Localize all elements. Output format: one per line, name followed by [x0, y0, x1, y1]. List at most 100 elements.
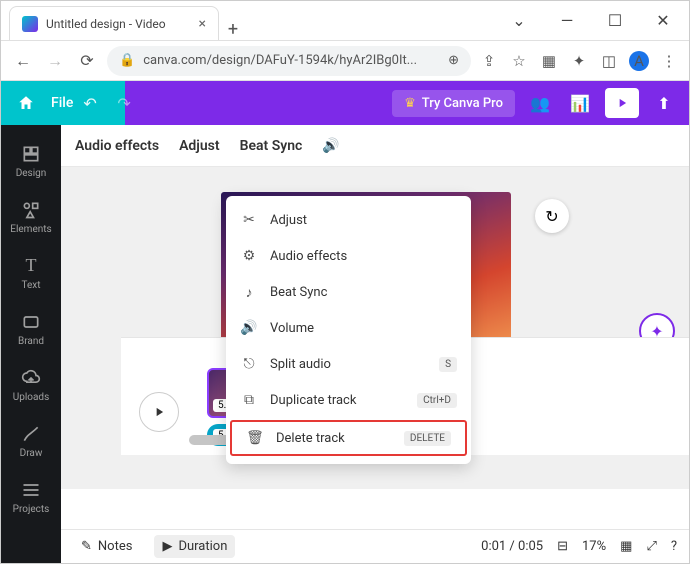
context-toolbar: Audio effects Adjust Beat Sync 🔊: [61, 125, 689, 167]
help-icon[interactable]: ?: [671, 539, 677, 554]
zoom-slider-icon[interactable]: ⊟: [557, 539, 568, 554]
play-button[interactable]: [139, 392, 179, 432]
try-pro-label: Try Canva Pro: [422, 96, 503, 111]
ctx-split-audio[interactable]: ⎋ Split audio S: [226, 346, 471, 382]
zoom-percent[interactable]: 17%: [582, 539, 606, 554]
puzzle-icon[interactable]: ✦: [569, 51, 589, 71]
notes-button[interactable]: ✎ Notes: [73, 535, 140, 558]
lock-icon: 🔒: [119, 53, 135, 68]
sidebar-item-elements[interactable]: Elements: [1, 189, 61, 245]
ctx-label: Delete track: [276, 431, 345, 446]
sidebar-label: Elements: [10, 224, 51, 235]
app-menubar: File ↶ ↷ ♛ Try Canva Pro 👥 📊 ⬆: [1, 81, 689, 125]
ctx-label: Audio effects: [270, 249, 347, 264]
extension-icons: ⇪ ☆ ▦ ✦ ◫ A ⋮: [479, 51, 679, 71]
sidebar-label: Brand: [18, 336, 44, 347]
sidepanel-icon[interactable]: ◫: [599, 51, 619, 71]
toolbar-audio-effects[interactable]: Audio effects: [75, 138, 159, 154]
sidebar-label: Draw: [20, 448, 43, 459]
volume-icon[interactable]: 🔊: [322, 138, 339, 154]
tab-title: Untitled design - Video: [46, 17, 166, 31]
url-text: canva.com/design/DAFuY-1594k/hyAr2IBg0It…: [143, 53, 417, 68]
context-menu: ✂ Adjust ⚙ Audio effects ♪ Beat Sync 🔊 V…: [226, 196, 471, 464]
maximize-icon[interactable]: ☐: [593, 6, 637, 36]
regenerate-button[interactable]: ↻: [535, 199, 569, 233]
ctx-audio-effects[interactable]: ⚙ Audio effects: [226, 238, 471, 274]
close-icon[interactable]: ✕: [641, 6, 685, 36]
window-controls: ⌄ — ☐ ✕: [493, 1, 689, 40]
search-in-page-icon[interactable]: ⊕: [448, 53, 459, 68]
tab-close-icon[interactable]: ×: [199, 16, 206, 32]
kebab-icon[interactable]: ⋮: [659, 51, 679, 71]
split-icon: ⎋: [240, 356, 258, 372]
duplicate-icon: ⧉: [240, 392, 258, 408]
back-button[interactable]: ←: [11, 49, 35, 73]
duration-label: Duration: [178, 539, 227, 554]
sidebar-item-draw[interactable]: Draw: [1, 413, 61, 469]
duration-button[interactable]: ▶ Duration: [154, 535, 235, 558]
share-button[interactable]: ⬆: [649, 94, 679, 113]
ctx-label: Volume: [270, 321, 314, 336]
ctx-label: Adjust: [270, 213, 307, 228]
scissors-icon: ✂: [240, 212, 258, 228]
text-icon: T: [26, 255, 37, 276]
forward-button[interactable]: →: [43, 49, 67, 73]
grid-view-icon[interactable]: ▦: [620, 539, 632, 554]
ctx-duplicate-track[interactable]: ⧉ Duplicate track Ctrl+D: [226, 382, 471, 418]
sidebar-item-design[interactable]: Design: [1, 133, 61, 189]
ctx-volume[interactable]: 🔊 Volume: [226, 310, 471, 346]
ctx-adjust[interactable]: ✂ Adjust: [226, 202, 471, 238]
ctx-shortcut: S: [439, 357, 457, 372]
redo-button[interactable]: ↷: [117, 94, 141, 113]
address-bar[interactable]: 🔒 canva.com/design/DAFuY-1594k/hyAr2IBg0…: [107, 46, 471, 76]
reload-button[interactable]: ⟳: [75, 49, 99, 73]
music-note-icon: ♪: [240, 284, 258, 301]
ctx-delete-track[interactable]: 🗑 Delete track DELETE: [230, 420, 467, 456]
home-button[interactable]: [11, 88, 41, 118]
ctx-label: Beat Sync: [270, 285, 327, 300]
notes-icon: ✎: [81, 539, 92, 554]
toolbar-adjust[interactable]: Adjust: [179, 138, 220, 154]
undo-button[interactable]: ↶: [83, 94, 107, 113]
clock-icon: ▶: [162, 539, 172, 554]
minimize-icon[interactable]: —: [545, 6, 589, 36]
analytics-icon[interactable]: 📊: [565, 94, 595, 113]
sidebar-label: Design: [16, 168, 47, 179]
collaborators-icon[interactable]: 👥: [525, 94, 555, 113]
browser-tab[interactable]: Untitled design - Video ×: [9, 6, 219, 40]
notes-label: Notes: [98, 539, 133, 554]
ctx-shortcut: DELETE: [404, 431, 451, 446]
ctx-label: Split audio: [270, 357, 331, 372]
try-pro-button[interactable]: ♛ Try Canva Pro: [392, 90, 515, 117]
sidebar-label: Projects: [13, 504, 50, 515]
canva-favicon: [22, 16, 38, 32]
sidebar-item-uploads[interactable]: Uploads: [1, 357, 61, 413]
left-sidebar: Design Elements T Text Brand Uploads Dra…: [1, 125, 61, 563]
dropdown-icon[interactable]: ⌄: [497, 6, 541, 36]
ctx-label: Duplicate track: [270, 393, 356, 408]
file-menu[interactable]: File: [51, 95, 73, 111]
browser-toolbar: ← → ⟳ 🔒 canva.com/design/DAFuY-1594k/hyA…: [1, 41, 689, 81]
present-button[interactable]: [605, 88, 639, 118]
new-tab-button[interactable]: +: [219, 19, 247, 40]
sliders-icon: ⚙: [240, 248, 258, 264]
crown-icon: ♛: [404, 96, 416, 111]
sidebar-item-text[interactable]: T Text: [1, 245, 61, 301]
toolbar-beat-sync[interactable]: Beat Sync: [240, 138, 303, 154]
star-icon[interactable]: ☆: [509, 51, 529, 71]
profile-avatar[interactable]: A: [629, 51, 649, 71]
ctx-beat-sync[interactable]: ♪ Beat Sync: [226, 274, 471, 310]
fullscreen-icon[interactable]: ⤢: [646, 539, 656, 554]
browser-titlebar: Untitled design - Video × + ⌄ — ☐ ✕: [1, 1, 689, 41]
qr-icon[interactable]: ▦: [539, 51, 559, 71]
ctx-shortcut: Ctrl+D: [417, 393, 457, 408]
sidebar-label: Uploads: [13, 392, 49, 403]
time-display: 0:01 / 0:05: [481, 539, 543, 554]
sidebar-label: Text: [21, 280, 40, 291]
share-icon[interactable]: ⇪: [479, 51, 499, 71]
status-bar: ✎ Notes ▶ Duration 0:01 / 0:05 ⊟ 17% ▦ ⤢…: [61, 529, 689, 563]
sidebar-item-brand[interactable]: Brand: [1, 301, 61, 357]
trash-icon: 🗑: [246, 430, 264, 446]
sidebar-item-projects[interactable]: Projects: [1, 469, 61, 525]
speaker-icon: 🔊: [240, 320, 258, 336]
